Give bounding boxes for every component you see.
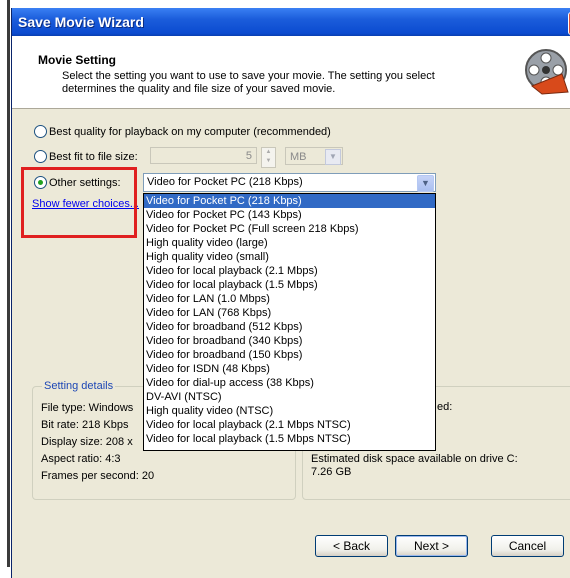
- display-size-detail: Display size: 208 x: [41, 436, 133, 448]
- file-size-input[interactable]: 5: [150, 147, 257, 164]
- dropdown-option[interactable]: High quality video (large): [144, 236, 435, 250]
- dropdown-option[interactable]: Video for local playback (2.1 Mbps NTSC): [144, 418, 435, 432]
- chevron-down-icon[interactable]: ▼: [417, 175, 434, 192]
- dropdown-option[interactable]: DV-AVI (NTSC): [144, 390, 435, 404]
- page-title: Movie Setting: [38, 53, 117, 67]
- dropdown-option[interactable]: Video for broadband (150 Kbps): [144, 348, 435, 362]
- dropdown-option[interactable]: Video for broadband (340 Kbps): [144, 334, 435, 348]
- best-quality-label: Best quality for playback on my computer…: [49, 126, 331, 138]
- settings-select[interactable]: Video for Pocket PC (218 Kbps) ▼: [143, 173, 436, 192]
- dropdown-option[interactable]: Video for Pocket PC (Full screen 218 Kbp…: [144, 222, 435, 236]
- page-description: Select the setting you want to use to sa…: [62, 70, 435, 95]
- file-size-partial-label: ed:: [437, 401, 453, 413]
- dropdown-option[interactable]: Video for local playback (1.5 Mbps): [144, 278, 435, 292]
- settings-select-value: Video for Pocket PC (218 Kbps): [147, 176, 303, 188]
- dropdown-option[interactable]: Video for ISDN (48 Kbps): [144, 362, 435, 376]
- dropdown-option[interactable]: Video for dial-up access (38 Kbps): [144, 376, 435, 390]
- wizard-window: Save Movie Wizard ✕ Movie Setting Select…: [11, 8, 570, 578]
- dropdown-option[interactable]: Video for LAN (1.0 Mbps): [144, 292, 435, 306]
- file-size-unit-select[interactable]: MB ▼: [285, 147, 343, 165]
- cancel-button[interactable]: Cancel: [491, 535, 564, 557]
- best-fit-radio[interactable]: [34, 150, 47, 163]
- spin-down-icon[interactable]: ▼: [262, 157, 275, 166]
- dropdown-option[interactable]: Video for LAN (768 Kbps): [144, 306, 435, 320]
- settings-dropdown-list[interactable]: Video for Pocket PC (218 Kbps) Video for …: [143, 193, 436, 451]
- dropdown-option[interactable]: Video for local playback (2.1 Mbps): [144, 264, 435, 278]
- dropdown-option[interactable]: High quality video (small): [144, 250, 435, 264]
- disk-space-value: 7.26 GB: [311, 466, 352, 478]
- chevron-down-icon[interactable]: ▼: [325, 149, 341, 165]
- setting-details-title: Setting details: [42, 380, 116, 392]
- file-type-detail: File type: Windows: [41, 402, 134, 414]
- header-pane: Movie Setting Select the setting you wan…: [12, 36, 570, 109]
- file-size-spinner[interactable]: ▲ ▼: [261, 147, 276, 168]
- aspect-ratio-detail: Aspect ratio: 4:3: [41, 453, 121, 465]
- disk-space-label: Estimated disk space available on drive …: [311, 453, 518, 465]
- unit-value: MB: [290, 151, 307, 163]
- window-title: Save Movie Wizard: [18, 14, 144, 30]
- spin-up-icon[interactable]: ▲: [262, 148, 275, 157]
- dropdown-option[interactable]: Video for Pocket PC (218 Kbps): [144, 194, 435, 208]
- dropdown-option[interactable]: Video for local playback (1.5 Mbps NTSC): [144, 432, 435, 446]
- film-reel-icon: [525, 49, 569, 95]
- bit-rate-detail: Bit rate: 218 Kbps: [41, 419, 129, 431]
- highlight-annotation-box: [21, 167, 137, 238]
- frame-stripe: [7, 0, 10, 567]
- title-bar[interactable]: Save Movie Wizard ✕: [12, 8, 570, 36]
- dropdown-option[interactable]: Video for broadband (512 Kbps): [144, 320, 435, 334]
- next-button[interactable]: Next >: [395, 535, 468, 557]
- dropdown-option[interactable]: High quality video (NTSC): [144, 404, 435, 418]
- dropdown-option[interactable]: Video for Pocket PC (143 Kbps): [144, 208, 435, 222]
- frames-per-second-detail: Frames per second: 20: [41, 470, 155, 482]
- back-button[interactable]: < Back: [315, 535, 388, 557]
- best-fit-label: Best fit to file size:: [49, 151, 138, 163]
- best-quality-radio[interactable]: [34, 125, 47, 138]
